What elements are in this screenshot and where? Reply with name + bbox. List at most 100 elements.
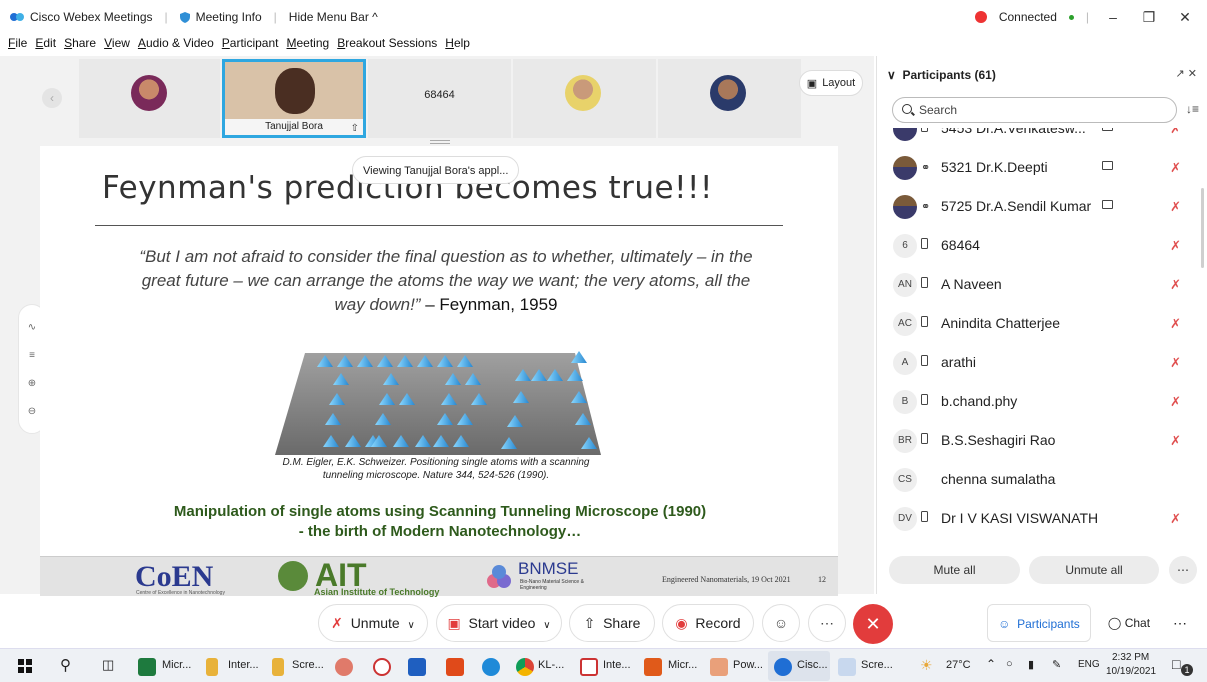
excel-icon[interactable] bbox=[138, 658, 156, 676]
participants-button[interactable]: ☺ Participants bbox=[987, 604, 1091, 642]
annotate-icon[interactable]: ∿ bbox=[28, 322, 36, 333]
language-indicator[interactable]: ENG bbox=[1078, 659, 1100, 670]
mail-icon[interactable] bbox=[408, 658, 426, 676]
office-icon[interactable] bbox=[446, 658, 464, 676]
zoom-out-icon[interactable]: ⊖ bbox=[28, 406, 36, 417]
mic-muted-icon[interactable]: ✗ bbox=[1170, 199, 1181, 215]
panel-popout-close-icon[interactable]: ↗ ✕ bbox=[1176, 67, 1198, 80]
video-thumbnail-active[interactable]: Tanujjal Bora ⇧ bbox=[222, 59, 366, 138]
search-icon[interactable]: ⚲ bbox=[60, 656, 71, 674]
menu-meeting[interactable]: Meeting bbox=[287, 36, 330, 54]
mute-all-button[interactable]: Mute all bbox=[889, 556, 1020, 584]
screenshot-icon[interactable] bbox=[838, 658, 856, 676]
reactions-icon[interactable]: ☺ bbox=[762, 604, 800, 642]
zoom-in-icon[interactable]: ⊕ bbox=[28, 378, 36, 389]
app-icon[interactable] bbox=[335, 658, 353, 676]
windows-start-icon[interactable] bbox=[18, 659, 32, 673]
mic-muted-icon[interactable]: ✗ bbox=[1170, 160, 1181, 176]
taskbar-app-label[interactable]: KL-... bbox=[538, 659, 564, 671]
drag-handle[interactable] bbox=[430, 140, 450, 144]
clock-date[interactable]: 10/19/2021 bbox=[1106, 666, 1156, 677]
mic-muted-icon[interactable]: ✗ bbox=[1170, 355, 1181, 371]
meeting-info-button[interactable]: Meeting Info bbox=[196, 10, 262, 24]
mic-muted-icon[interactable]: ✗ bbox=[1170, 511, 1181, 527]
thumbnail-prev-button[interactable]: ‹ bbox=[42, 88, 62, 108]
menu-help[interactable]: Help bbox=[445, 36, 470, 54]
video-thumbnail[interactable] bbox=[79, 59, 220, 138]
mic-muted-icon[interactable]: ✗ bbox=[1170, 433, 1181, 449]
minimize-icon[interactable]: – bbox=[1101, 9, 1125, 25]
restore-icon[interactable]: ❐ bbox=[1137, 9, 1161, 26]
video-thumbnail[interactable]: 68464 bbox=[368, 59, 511, 138]
participant-row[interactable]: AN A Naveen ✗ bbox=[877, 266, 1195, 305]
panel-title[interactable]: ∨ Participants (61) bbox=[887, 68, 996, 82]
record-button[interactable]: ◉ Record bbox=[662, 604, 754, 642]
folder-icon[interactable] bbox=[206, 658, 218, 676]
mic-muted-icon[interactable]: ✗ bbox=[1170, 316, 1181, 332]
tray-chevron-icon[interactable]: ⌃ bbox=[986, 657, 996, 671]
participant-row[interactable]: CS chenna sumalatha bbox=[877, 461, 1195, 500]
video-thumbnail[interactable] bbox=[513, 59, 656, 138]
share-button[interactable]: ⇧ Share bbox=[569, 604, 655, 642]
layout-button[interactable]: ▣ Layout bbox=[799, 70, 863, 96]
participant-row[interactable]: 6 68464 ✗ bbox=[877, 227, 1195, 266]
participant-row[interactable]: A arathi ✗ bbox=[877, 344, 1195, 383]
more-options-icon[interactable]: ⋯ bbox=[1166, 604, 1194, 642]
participant-row[interactable]: ⚭ 5725 Dr.A.Sendil Kumar ✗ bbox=[877, 188, 1195, 227]
pdf-icon[interactable] bbox=[580, 658, 598, 676]
webex-icon[interactable] bbox=[774, 658, 792, 676]
folder-icon[interactable] bbox=[272, 658, 284, 676]
chat-button[interactable]: ◯ Chat bbox=[1097, 604, 1161, 642]
sort-icon[interactable]: ↓≡ bbox=[1186, 102, 1199, 116]
taskbar-app-label[interactable]: Pow... bbox=[733, 659, 763, 671]
app-icon[interactable] bbox=[373, 658, 391, 676]
powerpoint-icon[interactable] bbox=[710, 658, 728, 676]
mic-muted-icon[interactable]: ✗ bbox=[1170, 238, 1181, 254]
menu-breakout-sessions[interactable]: Breakout Sessions bbox=[337, 36, 437, 54]
pen-icon[interactable]: ✎ bbox=[1052, 658, 1061, 671]
skype-icon[interactable] bbox=[482, 658, 500, 676]
task-view-icon[interactable]: ◫ bbox=[102, 657, 114, 673]
unmute-all-button[interactable]: Unmute all bbox=[1029, 556, 1159, 584]
weather-temp[interactable]: 27°C bbox=[946, 659, 971, 671]
mic-muted-icon[interactable]: ✗ bbox=[1170, 394, 1181, 410]
menu-edit[interactable]: Edit bbox=[35, 36, 56, 54]
taskbar-app-label[interactable]: Micr... bbox=[162, 659, 191, 671]
participant-row[interactable]: 5453 Dr.A.Venkatesw... ✗ bbox=[877, 128, 1195, 149]
hide-menu-bar-button[interactable]: Hide Menu Bar ^ bbox=[289, 10, 378, 24]
end-meeting-button[interactable]: ✕ bbox=[853, 604, 893, 644]
menu-view[interactable]: View bbox=[104, 36, 130, 54]
participant-scrollbar[interactable] bbox=[1201, 188, 1204, 268]
notification-icon[interactable]: □ bbox=[1172, 656, 1180, 672]
remote-control-icon[interactable]: ≡ bbox=[29, 350, 35, 361]
mic-muted-icon[interactable]: ✗ bbox=[1170, 277, 1181, 293]
mic-muted-icon[interactable]: ✗ bbox=[1170, 128, 1181, 137]
menu-participant[interactable]: Participant bbox=[222, 36, 279, 54]
network-icon[interactable]: ○ bbox=[1006, 658, 1013, 670]
battery-icon[interactable]: ▮ bbox=[1028, 658, 1034, 671]
start-video-button[interactable]: ▣ Start video ∨ bbox=[436, 604, 562, 642]
participant-row[interactable]: BR B.S.Seshagiri Rao ✗ bbox=[877, 422, 1195, 461]
taskbar-app-label[interactable]: Scre... bbox=[861, 659, 893, 671]
taskbar-app-label[interactable]: Inte... bbox=[603, 659, 631, 671]
video-thumbnail[interactable] bbox=[658, 59, 801, 138]
participant-search-input[interactable]: Search bbox=[892, 97, 1177, 123]
powerpoint-icon[interactable] bbox=[644, 658, 662, 676]
close-icon[interactable]: ✕ bbox=[1173, 9, 1197, 26]
unmute-button[interactable]: ✗ Unmute ∨ bbox=[318, 604, 428, 642]
more-options-icon[interactable]: ⋯ bbox=[1169, 556, 1197, 584]
participant-row[interactable]: AC Anindita Chatterjee ✗ bbox=[877, 305, 1195, 344]
menu-share[interactable]: Share bbox=[64, 36, 96, 54]
participant-row[interactable]: DV Dr I V KASI VISWANATH ✗ bbox=[877, 500, 1195, 539]
taskbar-app-label[interactable]: Inter... bbox=[228, 659, 259, 671]
more-options-icon[interactable]: ⋯ bbox=[808, 604, 846, 642]
taskbar-app-label[interactable]: Cisc... bbox=[797, 659, 828, 671]
participant-row[interactable]: B b.chand.phy ✗ bbox=[877, 383, 1195, 422]
menu-audio-video[interactable]: Audio & Video bbox=[138, 36, 214, 54]
clock-time[interactable]: 2:32 PM bbox=[1112, 652, 1149, 663]
taskbar-app-label[interactable]: Scre... bbox=[292, 659, 324, 671]
menu-file[interactable]: File bbox=[8, 36, 27, 54]
taskbar-app-label[interactable]: Micr... bbox=[668, 659, 697, 671]
participant-row[interactable]: ⚭ 5321 Dr.K.Deepti ✗ bbox=[877, 149, 1195, 188]
weather-icon[interactable]: ☀ bbox=[920, 657, 933, 674]
